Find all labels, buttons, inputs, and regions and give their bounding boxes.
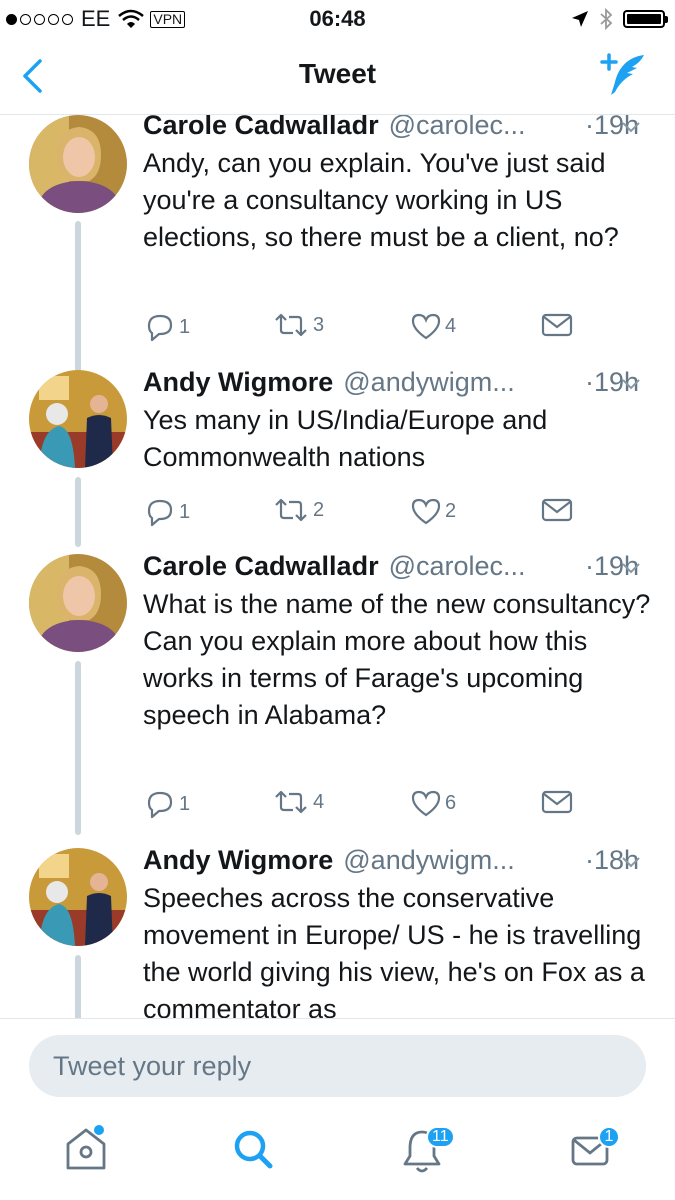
- retweet-icon: [275, 313, 307, 337]
- status-bar: EE VPN 06:48: [0, 0, 675, 38]
- reply-button[interactable]: 1: [145, 312, 190, 342]
- avatar[interactable]: [29, 115, 127, 213]
- tweet-thread: Carole Cadwalladr @carolec... ·19h Andy,…: [0, 115, 675, 1018]
- page-title: Tweet: [298, 58, 377, 89]
- direct-message-button[interactable]: [541, 312, 573, 338]
- battery-icon: [623, 10, 668, 28]
- tweet-header: Carole Cadwalladr @carolec... ·19h: [143, 551, 639, 582]
- tweet-header: Andy Wigmore @andywigm... ·19h: [143, 367, 639, 398]
- tweet-text: What is the name of the new consultancy?…: [143, 589, 651, 730]
- messages-badge: 1: [598, 1126, 620, 1148]
- reply-button[interactable]: 1: [145, 497, 190, 527]
- tweet-text: Andy, can you explain. You've just said …: [143, 148, 619, 252]
- retweet-icon: [275, 498, 307, 522]
- chevron-down-icon[interactable]: [621, 378, 641, 390]
- avatar[interactable]: [29, 848, 127, 946]
- author-name[interactable]: Carole Cadwalladr: [143, 115, 379, 141]
- thread-line: [75, 661, 81, 835]
- avatar[interactable]: [29, 370, 127, 468]
- reply-button[interactable]: 1: [145, 789, 190, 819]
- like-count: 4: [445, 314, 457, 337]
- retweet-button[interactable]: 4: [273, 789, 324, 815]
- reply-count: 1: [179, 500, 191, 523]
- like-button[interactable]: 6: [411, 789, 456, 817]
- thread-line: [75, 477, 81, 547]
- direct-message-icon: [541, 790, 573, 814]
- like-button[interactable]: 2: [411, 497, 456, 525]
- chevron-down-icon[interactable]: [621, 121, 641, 133]
- like-button[interactable]: 4: [411, 312, 456, 340]
- tab-bar: 11 1: [0, 1114, 675, 1200]
- direct-message-icon: [541, 313, 573, 337]
- like-icon: [411, 313, 441, 340]
- reply-count: 1: [179, 315, 191, 338]
- direct-message-button[interactable]: [541, 789, 573, 815]
- retweet-count: 2: [313, 498, 325, 521]
- retweet-button[interactable]: 3: [273, 312, 324, 338]
- reply-icon: [147, 791, 173, 819]
- tab-notifications[interactable]: 11: [400, 1124, 455, 1181]
- author-handle[interactable]: @andywigm...: [343, 845, 581, 876]
- status-right: [571, 8, 668, 30]
- home-icon: [66, 1125, 106, 1170]
- compose-tweet-icon[interactable]: [599, 52, 647, 98]
- tweet-text: Yes many in US/India/Europe and Commonwe…: [143, 405, 548, 472]
- tweet-actions: 1 3 4: [143, 312, 583, 346]
- author-handle[interactable]: @carolec...: [389, 551, 581, 582]
- chevron-down-icon[interactable]: [621, 856, 641, 868]
- retweet-count: 3: [313, 313, 325, 336]
- tweet-header: Carole Cadwalladr @carolec... ·19h: [143, 115, 639, 141]
- like-count: 2: [445, 499, 457, 522]
- search-icon: [234, 1130, 273, 1169]
- reply-count: 1: [179, 792, 191, 815]
- chevron-down-icon[interactable]: [621, 562, 641, 574]
- like-icon: [411, 790, 441, 817]
- reply-input[interactable]: Tweet your reply: [29, 1035, 646, 1097]
- thread-line: [75, 955, 81, 1018]
- author-name[interactable]: Carole Cadwalladr: [143, 551, 379, 582]
- retweet-count: 4: [313, 790, 325, 813]
- location-arrow-icon: [572, 11, 588, 27]
- tweet-text: Speeches across the conservative movemen…: [143, 883, 645, 1018]
- reply-bar: Tweet your reply: [0, 1018, 675, 1115]
- direct-message-icon: [541, 498, 573, 522]
- retweet-button[interactable]: 2: [273, 497, 324, 523]
- tab-search[interactable]: [232, 1124, 276, 1177]
- bluetooth-icon: [600, 8, 613, 30]
- tab-messages[interactable]: 1: [570, 1124, 620, 1177]
- author-handle[interactable]: @andywigm...: [343, 367, 581, 398]
- reply-icon: [147, 314, 173, 342]
- nav-bar: Tweet: [0, 38, 675, 115]
- tab-home[interactable]: [64, 1124, 108, 1177]
- tweet-actions: 1 4 6: [143, 789, 583, 823]
- reply-icon: [147, 499, 173, 527]
- avatar[interactable]: [29, 554, 127, 652]
- direct-message-button[interactable]: [541, 497, 573, 523]
- like-icon: [411, 498, 441, 525]
- author-name[interactable]: Andy Wigmore: [143, 845, 333, 876]
- notifications-badge: 11: [426, 1126, 455, 1148]
- tweet-header: Andy Wigmore @andywigm... ·18h: [143, 845, 639, 876]
- like-count: 6: [445, 791, 457, 814]
- tweet-actions: 1 2 2: [143, 497, 583, 531]
- author-handle[interactable]: @carolec...: [389, 115, 581, 141]
- author-name[interactable]: Andy Wigmore: [143, 367, 333, 398]
- retweet-icon: [275, 790, 307, 814]
